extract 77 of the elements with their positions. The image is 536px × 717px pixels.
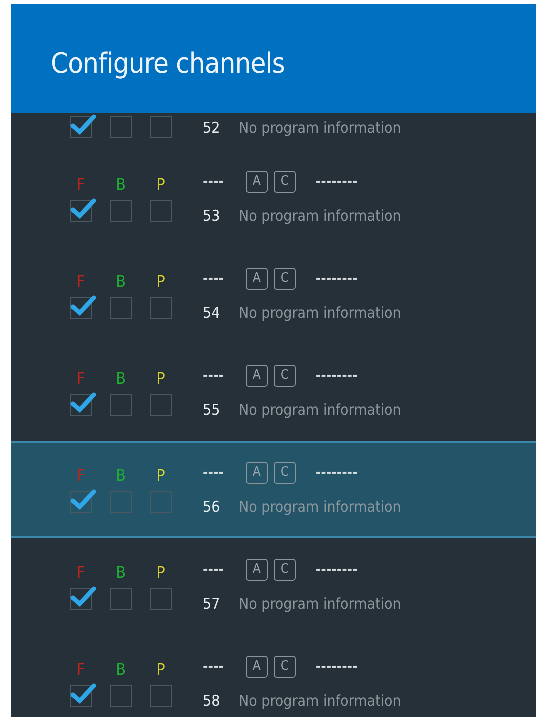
flag-label: F (76, 466, 86, 485)
channel-name: ---- (203, 658, 224, 674)
audio-badge: A (246, 268, 268, 290)
audio-badge: C (274, 462, 296, 484)
channel-name: ---- (203, 174, 224, 190)
selected-channel-row[interactable]: F B P ---- A C -------- 56 No program information (11, 441, 536, 538)
checkbox[interactable] (150, 200, 172, 222)
program-info: No program information (239, 119, 402, 137)
flag-label: P (156, 175, 166, 194)
flag-label: F (76, 660, 86, 679)
program-name: -------- (316, 464, 358, 480)
program-info: No program information (239, 498, 402, 516)
flag-label: P (156, 660, 166, 679)
audio-badge: C (274, 170, 296, 192)
channel-number: 52 (203, 119, 222, 137)
flag-label: B (116, 175, 126, 194)
program-name: -------- (316, 368, 358, 384)
program-info: No program information (239, 206, 402, 224)
audio-badge: C (274, 364, 296, 386)
checkbox[interactable] (150, 685, 172, 707)
program-name: -------- (316, 174, 358, 190)
checkbox[interactable] (150, 394, 172, 416)
checkbox[interactable] (110, 394, 132, 416)
audio-badge: A (246, 558, 268, 580)
channel-row[interactable]: F B P ---- A C -------- 55 No program information (11, 344, 536, 441)
audio-badge: A (246, 364, 268, 386)
checkbox[interactable] (110, 588, 132, 610)
checkbox[interactable] (150, 116, 172, 138)
channel-row[interactable]: F B P ---- A C -------- 53 No program information (11, 150, 536, 247)
channel-number: 54 (203, 304, 222, 322)
channel-row[interactable]: F B P ---- A C -------- 58 No program information (11, 635, 536, 717)
channel-number: 56 (203, 498, 222, 516)
program-name: -------- (316, 562, 358, 578)
flag-label: B (116, 466, 126, 485)
checkbox[interactable] (110, 116, 132, 138)
flag-label: B (116, 660, 126, 679)
program-name: -------- (316, 270, 358, 286)
checkbox[interactable] (150, 588, 172, 610)
checkbox[interactable] (110, 491, 132, 513)
channel-name: ---- (203, 562, 224, 578)
page-title: Configure channels (51, 47, 285, 80)
channel-name: ---- (203, 270, 224, 286)
flag-label: P (156, 466, 166, 485)
flag-label: B (116, 563, 126, 582)
audio-badge: C (274, 656, 296, 678)
flag-label: P (156, 563, 166, 582)
audio-badge: A (246, 462, 268, 484)
channel-number: 57 (203, 594, 222, 612)
audio-badge: C (274, 558, 296, 580)
audio-badge: C (274, 268, 296, 290)
program-name: -------- (316, 658, 358, 674)
checkbox[interactable] (110, 200, 132, 222)
program-info: No program information (239, 400, 402, 418)
channel-row[interactable]: F B P ---- A C -------- 54 No program information (11, 247, 536, 344)
flag-label: B (116, 369, 126, 388)
channel-number: 55 (203, 400, 222, 418)
checkbox[interactable] (110, 685, 132, 707)
checkbox[interactable] (110, 297, 132, 319)
audio-badge: A (246, 656, 268, 678)
checkbox[interactable] (150, 297, 172, 319)
program-info: No program information (239, 692, 402, 710)
checkbox[interactable] (150, 491, 172, 513)
audio-badge: A (246, 170, 268, 192)
flag-label: P (156, 272, 166, 291)
flag-label: B (116, 272, 126, 291)
flag-label: F (76, 272, 86, 291)
channel-row[interactable]: F B P ---- A C -------- 57 No program information (11, 538, 536, 635)
program-info: No program information (239, 304, 402, 322)
channel-number: 53 (203, 206, 222, 224)
flag-label: F (76, 175, 86, 194)
channel-number: 58 (203, 692, 222, 710)
flag-label: F (76, 369, 86, 388)
channel-name: ---- (203, 368, 224, 384)
program-info: No program information (239, 594, 402, 612)
flag-label: P (156, 369, 166, 388)
channel-name: ---- (203, 464, 224, 480)
flag-label: F (76, 563, 86, 582)
